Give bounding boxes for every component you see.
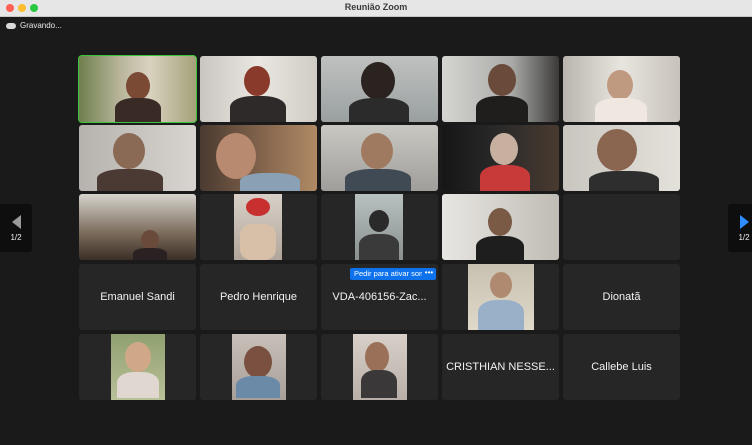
recording-label: Gravando... (20, 21, 62, 30)
video-tile[interactable] (442, 194, 559, 260)
video-tile[interactable] (442, 56, 559, 122)
window-title: Reunião Zoom (344, 2, 408, 12)
chevron-left-icon (11, 214, 21, 229)
video-tile-empty[interactable] (563, 194, 680, 260)
more-options-button[interactable]: ••• (422, 268, 436, 280)
cloud-recording-icon (6, 22, 16, 29)
video-tile[interactable] (321, 334, 438, 400)
video-tile[interactable] (563, 125, 680, 191)
video-tile[interactable] (79, 334, 196, 400)
recording-indicator[interactable]: Gravando... (6, 21, 62, 30)
participant-tile[interactable]: Emanuel Sandi (79, 264, 196, 330)
video-tile[interactable] (200, 334, 317, 400)
next-page-button[interactable]: 1/2 (728, 204, 752, 252)
video-tile[interactable] (321, 194, 438, 260)
ask-to-unmute-button[interactable]: Pedir para ativar som (350, 268, 430, 280)
window-titlebar: Reunião Zoom (0, 0, 752, 17)
video-tile[interactable] (200, 125, 317, 191)
previous-page-button[interactable]: 1/2 (0, 204, 32, 252)
participant-tile[interactable]: Pedro Henrique (200, 264, 317, 330)
video-tile[interactable] (442, 264, 559, 330)
participant-name: Pedro Henrique (219, 291, 298, 303)
participant-tile[interactable]: Dionatã (563, 264, 680, 330)
video-tile[interactable] (442, 125, 559, 191)
participant-name: Dionatã (602, 291, 641, 303)
video-tile[interactable] (79, 194, 196, 260)
video-tile[interactable] (200, 56, 317, 122)
video-tile[interactable] (563, 56, 680, 122)
participant-tile[interactable]: Callebe Luis (563, 334, 680, 400)
page-indicator-left: 1/2 (10, 232, 22, 242)
video-tile[interactable] (321, 56, 438, 122)
participant-name: Callebe Luis (591, 361, 652, 373)
participant-name: Emanuel Sandi (100, 291, 175, 303)
chevron-right-icon (739, 214, 749, 229)
video-tile[interactable] (79, 125, 196, 191)
participant-name: CRISTHIAN NESSE... (446, 361, 555, 373)
participant-tile[interactable]: CRISTHIAN NESSE... (442, 334, 559, 400)
video-tile[interactable] (78, 55, 197, 123)
video-tile[interactable] (200, 194, 317, 260)
video-tile[interactable] (321, 125, 438, 191)
page-indicator-right: 1/2 (738, 232, 750, 242)
